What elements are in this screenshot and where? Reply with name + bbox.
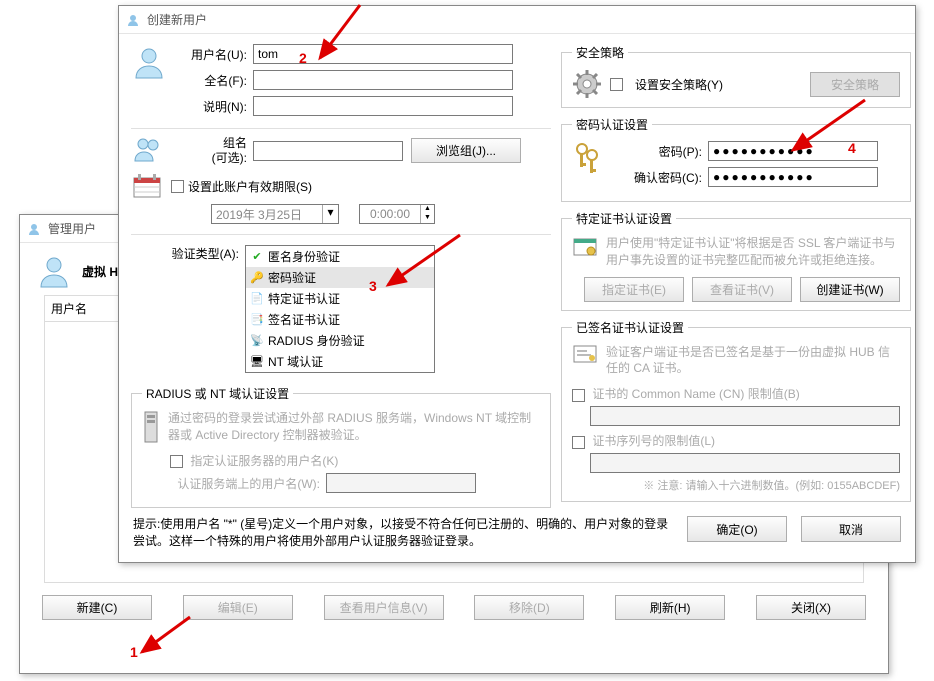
- edit-button[interactable]: 编辑(E): [183, 595, 293, 620]
- signed-cert-icon: 📑: [250, 313, 264, 327]
- group-input[interactable]: [253, 141, 403, 161]
- view-user-button[interactable]: 查看用户信息(V): [324, 595, 444, 620]
- desc-label: 说明(N):: [175, 98, 247, 115]
- expiry-date-input[interactable]: [212, 205, 322, 223]
- pwd-confirm-label: 确认密码(C):: [610, 169, 702, 186]
- username-label: 用户名(U):: [175, 46, 247, 63]
- expiry-time-input[interactable]: ▲▼: [359, 204, 435, 224]
- create-user-dialog: 创建新用户 用户名(U): 全名(F): 说明(N):: [118, 5, 916, 563]
- sn-limit-label: 证书序列号的限制值(L): [592, 434, 715, 448]
- user-icon: [36, 253, 72, 289]
- sn-limit-input: [590, 453, 900, 473]
- nt-icon: 🖥: [250, 355, 264, 369]
- annotation-1: 1: [130, 644, 138, 660]
- radius-username-input: [326, 473, 476, 493]
- auth-item-label: 匿名身份验证: [268, 248, 340, 265]
- spin-up-icon[interactable]: ▲: [420, 205, 434, 214]
- auth-item-anonymous[interactable]: ✔ 匿名身份验证: [246, 246, 434, 267]
- signed-cert-frame: 已签名证书认证设置 验证客户端证书是否已签名是基于一份由虚拟 HUB 信任的 C…: [561, 319, 911, 503]
- auth-item-radius[interactable]: 📡 RADIUS 身份验证: [246, 330, 434, 351]
- gear-icon: [572, 69, 602, 99]
- auth-item-label: RADIUS 身份验证: [268, 332, 365, 349]
- create-cert-button[interactable]: 创建证书(W): [800, 277, 900, 302]
- password-confirm-input[interactable]: [708, 167, 878, 187]
- server-icon: [142, 410, 160, 444]
- signed-note: ※ 注意: 请输入十六进制数值。(例如: 0155ABCDEF): [572, 477, 900, 493]
- auth-item-label: NT 域认证: [268, 353, 323, 370]
- cancel-button[interactable]: 取消: [801, 516, 901, 542]
- check-icon: ✔: [250, 250, 264, 264]
- user-icon: [26, 221, 42, 237]
- cert-icon: [572, 235, 598, 269]
- fullname-label: 全名(F):: [175, 72, 247, 89]
- spin-down-icon[interactable]: ▼: [420, 214, 434, 223]
- specific-cert-frame: 特定证书认证设置 用户使用"特定证书认证"将根据是否 SSL 客户端证书与用户事…: [561, 210, 911, 311]
- calendar-dropdown-icon[interactable]: ▾: [322, 205, 338, 223]
- sec-policy-label: 设置安全策略(Y): [635, 76, 723, 93]
- cn-limit-label: 证书的 Common Name (CN) 限制值(B): [592, 387, 799, 401]
- dlg-title: 创建新用户: [147, 11, 207, 28]
- sn-limit-checkbox[interactable]: [572, 436, 585, 449]
- expiry-time-text[interactable]: [360, 205, 420, 223]
- auth-item-ntdomain[interactable]: 🖥 NT 域认证: [246, 351, 434, 372]
- cn-limit-checkbox[interactable]: [572, 389, 585, 402]
- users-icon: [131, 135, 167, 166]
- password-auth-frame: 密码认证设置 密码(P): 确认密码(C):: [561, 116, 911, 202]
- sec-policy-legend: 安全策略: [572, 44, 628, 61]
- radius-frame-legend: RADIUS 或 NT 域认证设置: [142, 385, 293, 402]
- calendar-icon: [131, 172, 163, 200]
- view-cert-button[interactable]: 查看证书(V): [692, 277, 792, 302]
- close-button[interactable]: 关闭(X): [756, 595, 866, 620]
- auth-item-label: 签名证书认证: [268, 311, 340, 328]
- sec-policy-checkbox[interactable]: [610, 78, 623, 91]
- radius-desc: 通过密码的登录尝试通过外部 RADIUS 服务端，Windows NT 域控制器…: [168, 410, 540, 444]
- auth-item-signed-cert[interactable]: 📑 签名证书认证: [246, 309, 434, 330]
- annotation-4: 4: [848, 140, 856, 156]
- security-policy-frame: 安全策略 设置安全策略(Y) 安全策略: [561, 44, 911, 108]
- refresh-button[interactable]: 刷新(H): [615, 595, 725, 620]
- spec-cert-button[interactable]: 指定证书(E): [584, 277, 684, 302]
- fullname-input[interactable]: [253, 70, 513, 90]
- keys-icon: [572, 141, 602, 193]
- radius-nt-frame: RADIUS 或 NT 域认证设置 通过密码的登录尝试通过外部 RADIUS 服…: [131, 385, 551, 508]
- auth-item-password[interactable]: 🔑 密码验证: [246, 267, 434, 288]
- hint-text: 提示:使用用户名 "*" (星号)定义一个用户对象，以接受不符合任何已注册的、明…: [133, 516, 673, 550]
- mgr-title: 管理用户: [48, 220, 96, 237]
- group-label-1: 组名: [175, 136, 247, 150]
- new-button[interactable]: 新建(C): [42, 595, 152, 620]
- dlg-titlebar[interactable]: 创建新用户: [119, 6, 915, 34]
- annotation-3: 3: [369, 278, 377, 294]
- ok-button[interactable]: 确定(O): [687, 516, 787, 542]
- radius-field-label: 认证服务端上的用户名(W):: [150, 475, 320, 492]
- pwd-label: 密码(P):: [610, 143, 702, 160]
- set-expiry-checkbox[interactable]: [171, 180, 184, 193]
- cert-desc: 用户使用"特定证书认证"将根据是否 SSL 客户端证书与用户事先设置的证书完整匹…: [606, 235, 900, 269]
- cn-limit-input: [590, 406, 900, 426]
- user-icon: [131, 44, 167, 122]
- annotation-2: 2: [299, 50, 307, 66]
- cert-icon: 📄: [250, 292, 264, 306]
- set-expiry-label: 设置此账户有效期限(S): [188, 178, 312, 195]
- cert-legend: 特定证书认证设置: [572, 210, 676, 227]
- signed-legend: 已签名证书认证设置: [572, 319, 688, 336]
- signed-cert-icon: [572, 344, 598, 378]
- signed-desc: 验证客户端证书是否已签名是基于一份由虚拟 HUB 信任的 CA 证书。: [606, 344, 900, 378]
- pwd-legend: 密码认证设置: [572, 116, 652, 133]
- group-label-2: (可选):: [175, 151, 247, 165]
- remove-button[interactable]: 移除(D): [474, 595, 584, 620]
- desc-input[interactable]: [253, 96, 513, 116]
- auth-type-label: 验证类型(A):: [131, 245, 239, 373]
- auth-item-label: 特定证书认证: [268, 290, 340, 307]
- browse-group-button[interactable]: 浏览组(J)...: [411, 138, 521, 163]
- auth-type-list[interactable]: ✔ 匿名身份验证 🔑 密码验证 📄 特定证书认证 📑 签名证书认证 📡 RADIUS 身份…: [245, 245, 435, 373]
- username-input[interactable]: [253, 44, 513, 64]
- radius-user-label: 指定认证服务器的用户名(K): [190, 454, 338, 468]
- key-icon: 🔑: [250, 271, 264, 285]
- sec-policy-button[interactable]: 安全策略: [810, 72, 900, 97]
- radius-user-checkbox[interactable]: [170, 455, 183, 468]
- user-icon: [125, 12, 141, 28]
- auth-item-label: 密码验证: [268, 269, 316, 286]
- radius-icon: 📡: [250, 334, 264, 348]
- auth-item-cert[interactable]: 📄 特定证书认证: [246, 288, 434, 309]
